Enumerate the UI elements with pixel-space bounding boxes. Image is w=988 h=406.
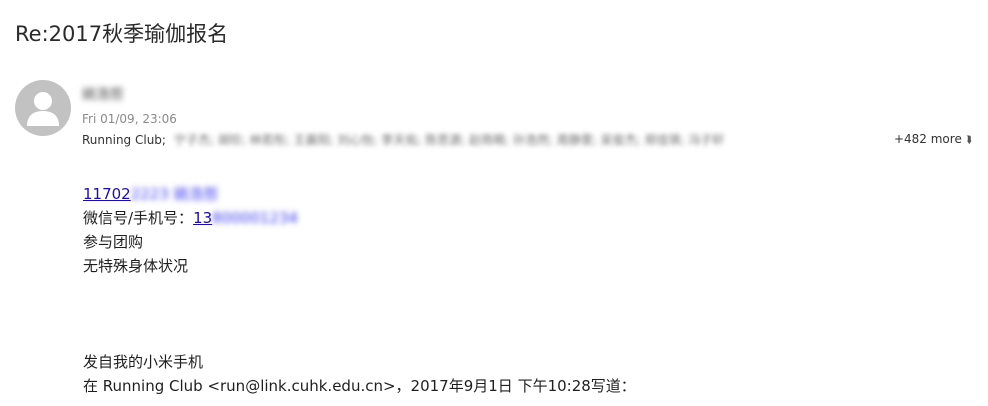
email-subject: Re:2017秋季瑜伽报名 — [15, 22, 229, 46]
double-chevron-down-icon: ⮯ — [965, 135, 972, 146]
body-line-group-buy: 参与团购 — [83, 233, 144, 251]
sender-name[interactable]: 姚浩哲 — [82, 86, 124, 104]
sender-avatar[interactable] — [15, 80, 71, 136]
signature-line: 发自我的小米手机 — [83, 353, 204, 371]
quote-header-line: 在 Running Club <run@link.cuhk.edu.cn>，20… — [83, 377, 636, 395]
phone-blurred: 800001234 — [212, 209, 299, 227]
person-silhouette-icon — [27, 92, 59, 126]
phone-link[interactable]: 13 — [193, 209, 212, 227]
more-recipients-button[interactable]: +482 more ⮯ — [894, 131, 972, 149]
email-reading-pane: Re:2017秋季瑜伽报名 姚浩哲 Fri 01/09, 23:06 Runni… — [0, 0, 988, 406]
wechat-line: 微信号/手机号：13800001234 — [83, 206, 636, 230]
wechat-label: 微信号/手机号： — [83, 209, 194, 227]
student-id-link[interactable]: 11702 — [83, 185, 131, 203]
student-id-line: 117022223 姚浩哲 — [83, 182, 636, 206]
email-body: 117022223 姚浩哲 微信号/手机号：13800001234 参与团购 无… — [83, 182, 636, 398]
recipient-running-club[interactable]: Running Club; — [82, 132, 166, 148]
student-id-blurred: 2223 姚浩哲 — [130, 185, 219, 203]
recipient-list-blurred: 宁子杰; 胡珍; 林若彤; 王晨阳; 刘心怡; 李天佑; 陈思源; 赵雨萌; 孙… — [173, 133, 725, 147]
more-recipients-label: +482 more — [893, 132, 962, 146]
recipients-line: Running Club; 宁子杰; 胡珍; 林若彤; 王晨阳; 刘心怡; 李天… — [82, 131, 982, 149]
body-line-health: 无特殊身体状况 — [83, 257, 189, 275]
email-timestamp: Fri 01/09, 23:06 — [82, 112, 177, 126]
